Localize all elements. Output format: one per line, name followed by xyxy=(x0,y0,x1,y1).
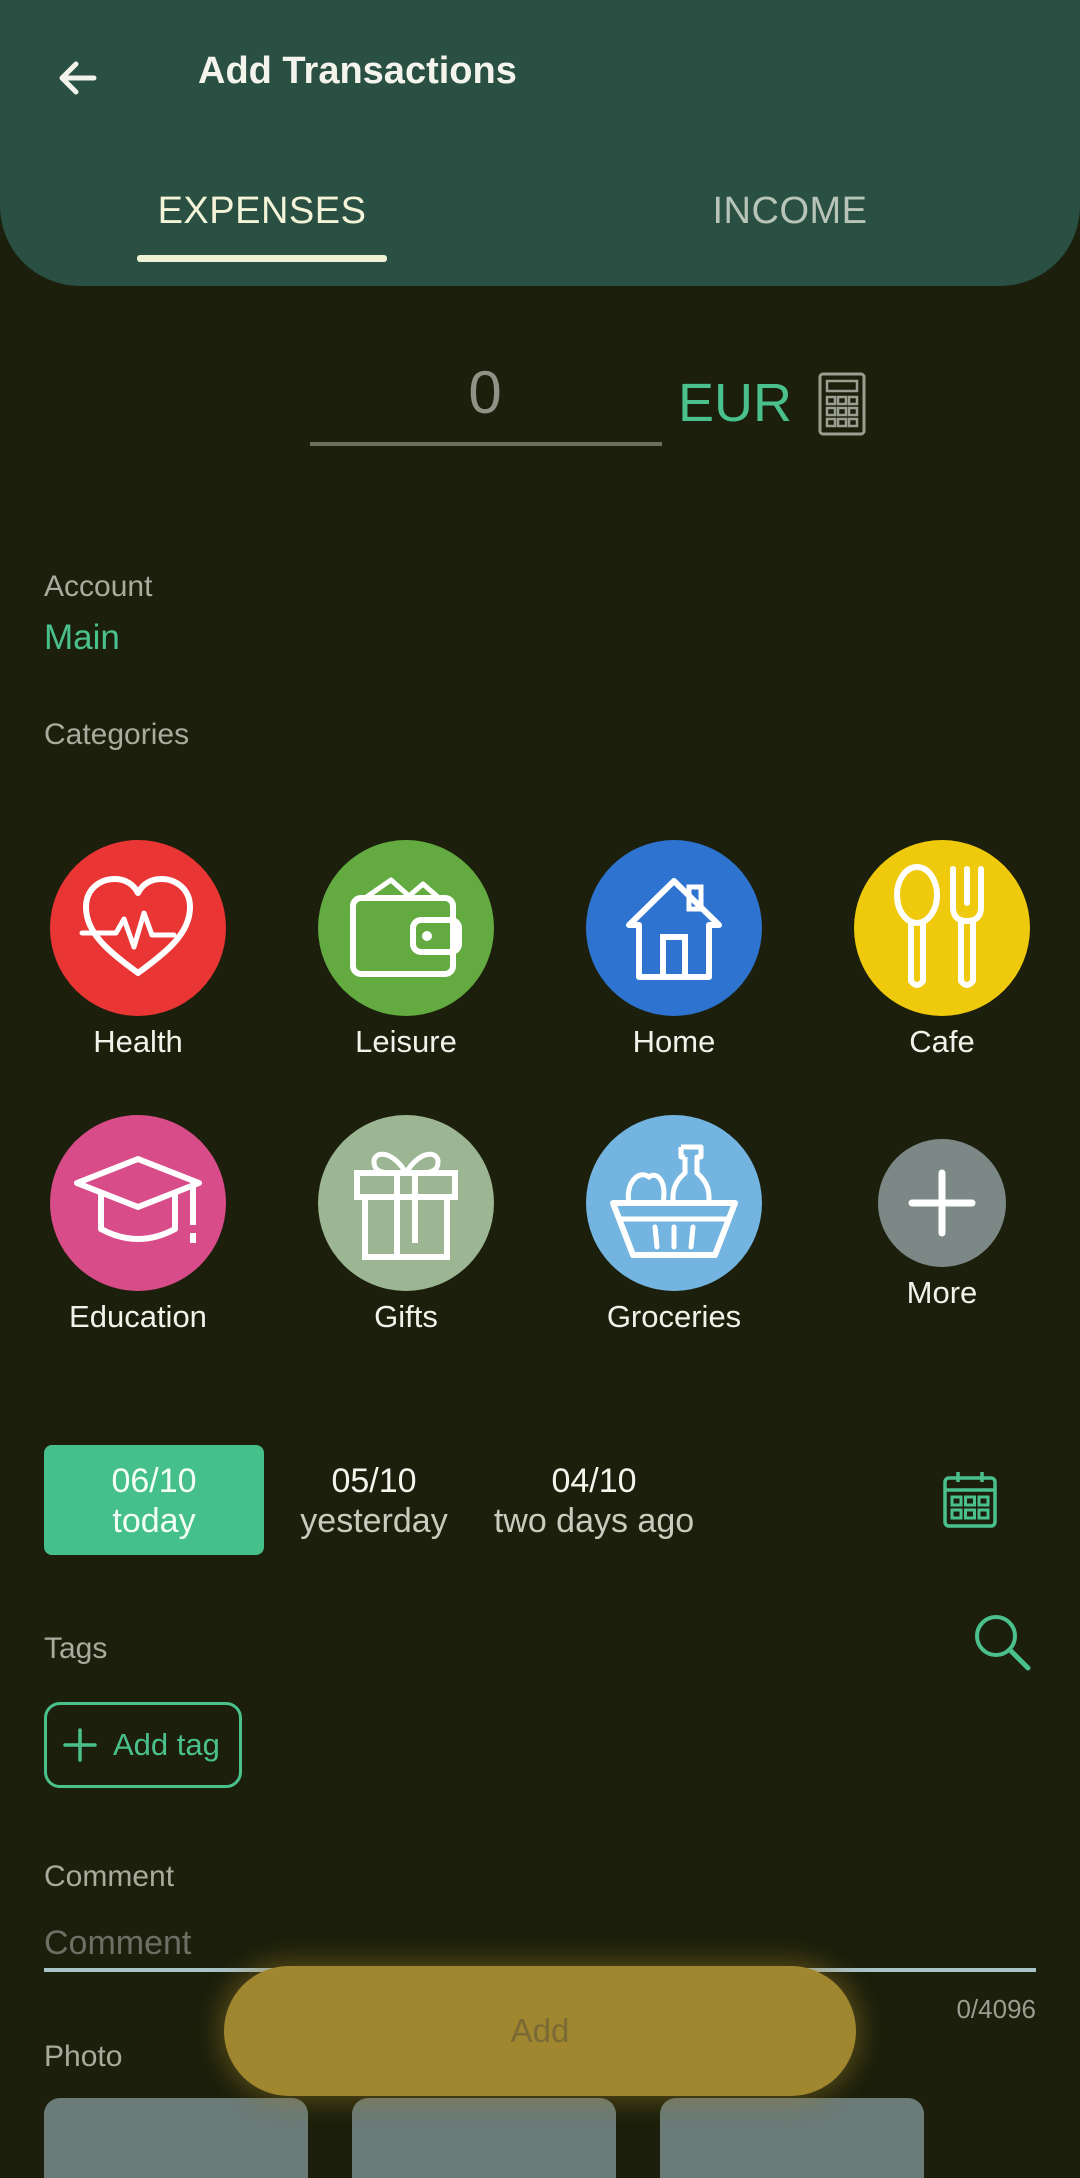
add-button[interactable]: Add xyxy=(224,1966,856,2096)
photo-slot[interactable] xyxy=(44,2098,308,2178)
plus-icon xyxy=(878,1139,1006,1267)
category-more[interactable]: More xyxy=(832,1115,1052,1311)
amount-input[interactable]: 0 xyxy=(310,358,660,427)
calculator-icon[interactable] xyxy=(818,372,866,436)
search-icon[interactable] xyxy=(972,1612,1032,1672)
add-tag-button[interactable]: Add tag xyxy=(44,1702,242,1788)
category-leisure[interactable]: Leisure xyxy=(296,840,516,1060)
date-relative-label: today xyxy=(112,1502,196,1540)
heart-pulse-icon xyxy=(50,840,226,1016)
amount-underline xyxy=(310,442,662,446)
page-title: Add Transactions xyxy=(198,50,517,92)
category-label: Education xyxy=(69,1299,207,1334)
date-chip-yesterday[interactable]: 05/10 yesterday xyxy=(280,1445,468,1555)
comment-label: Comment xyxy=(44,1860,175,1893)
date-relative-label: yesterday xyxy=(300,1502,448,1540)
date-chip-two-days-ago[interactable]: 04/10 two days ago xyxy=(478,1445,710,1555)
category-label: More xyxy=(906,1275,978,1310)
category-groceries[interactable]: Groceries xyxy=(564,1115,784,1335)
category-label: Leisure xyxy=(355,1024,457,1059)
currency-selector[interactable]: EUR xyxy=(678,372,792,434)
category-health[interactable]: Health xyxy=(28,840,248,1060)
account-label: Account xyxy=(44,570,153,603)
category-education[interactable]: Education xyxy=(28,1115,248,1335)
date-value: 05/10 xyxy=(331,1462,417,1500)
tab-expenses[interactable]: EXPENSES xyxy=(137,190,387,233)
graduation-cap-icon xyxy=(50,1115,226,1291)
tags-label: Tags xyxy=(44,1632,108,1665)
category-label: Home xyxy=(632,1024,716,1059)
add-tag-label: Add tag xyxy=(113,1727,220,1762)
date-value: 06/10 xyxy=(111,1462,197,1500)
date-chip-today[interactable]: 06/10 today xyxy=(44,1445,264,1555)
back-button[interactable] xyxy=(44,44,112,112)
tab-income[interactable]: INCOME xyxy=(690,190,890,233)
arrow-left-icon xyxy=(59,61,97,95)
tab-selected-indicator xyxy=(137,255,387,262)
date-value: 04/10 xyxy=(551,1462,637,1500)
photo-label: Photo xyxy=(44,2040,123,2073)
photo-slot[interactable] xyxy=(660,2098,924,2178)
gift-icon xyxy=(318,1115,494,1291)
category-gifts[interactable]: Gifts xyxy=(296,1115,516,1335)
grocery-basket-icon xyxy=(586,1115,762,1291)
categories-label: Categories xyxy=(44,718,190,751)
account-selector[interactable]: Main xyxy=(44,618,120,658)
comment-char-counter: 0/4096 xyxy=(956,1994,1036,2024)
calendar-icon[interactable] xyxy=(942,1470,998,1530)
plus-icon xyxy=(63,1728,97,1762)
category-label: Groceries xyxy=(606,1299,742,1334)
wallet-icon xyxy=(318,840,494,1016)
comment-input[interactable] xyxy=(44,1918,1036,1968)
category-label: Gifts xyxy=(374,1299,438,1334)
house-icon xyxy=(586,840,762,1016)
category-label: Health xyxy=(93,1024,183,1059)
category-cafe[interactable]: Cafe xyxy=(832,840,1052,1060)
app-header: Add Transactions EXPENSES INCOME xyxy=(0,0,1080,286)
photo-slot[interactable] xyxy=(352,2098,616,2178)
category-label: Cafe xyxy=(909,1024,975,1059)
spoon-fork-icon xyxy=(854,840,1030,1016)
date-relative-label: two days ago xyxy=(493,1502,695,1540)
category-home[interactable]: Home xyxy=(564,840,784,1060)
